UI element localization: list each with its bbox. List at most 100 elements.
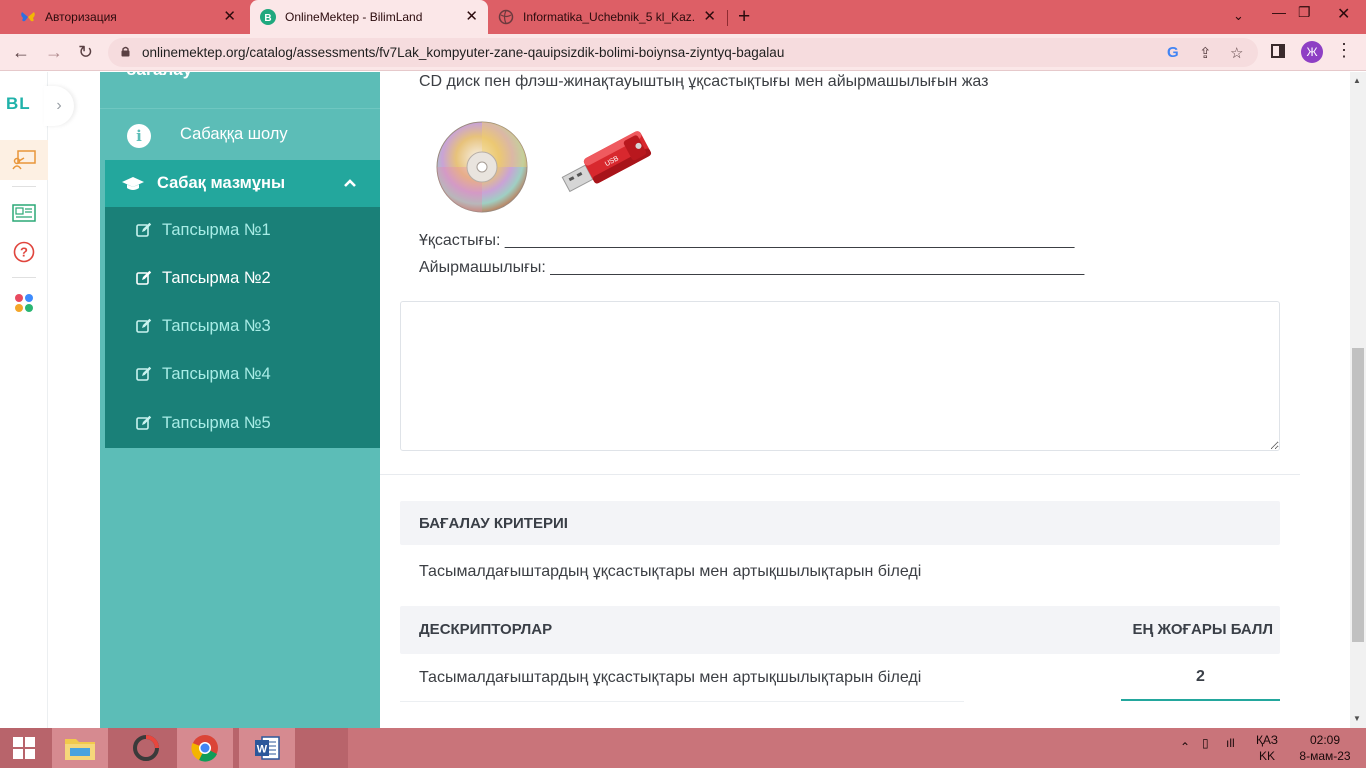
rail-divider: [12, 186, 36, 187]
sidebar-item-task-2[interactable]: Тапсырма №2: [105, 255, 380, 303]
task-label: Тапсырма №1: [162, 221, 271, 239]
restore-button[interactable]: ❐: [1298, 4, 1311, 21]
browser-toolbar: ← → ↻ onlinemektep.org/catalog/assessmen…: [0, 34, 1366, 71]
close-tab-icon[interactable]: ✕: [223, 9, 236, 25]
network-signal-icon[interactable]: ıll: [1226, 736, 1235, 750]
tab-search-chevron-icon[interactable]: ⌄: [1233, 8, 1244, 24]
scroll-down-arrow-icon[interactable]: ▼: [1353, 714, 1361, 723]
sidebar-item-task-1[interactable]: Тапсырма №1: [105, 207, 380, 255]
media-disc-icon: [133, 735, 159, 761]
taskbar-media-player[interactable]: [118, 728, 174, 768]
descriptor-text: Тасымалдағыштардың ұқсастықтары мен арты…: [419, 669, 922, 686]
reload-icon[interactable]: ↻: [78, 42, 93, 62]
page-viewport: BL ? › i Сабаққа шолу Сабақ мазмұны Тапс…: [0, 72, 1350, 728]
bilimland-logo[interactable]: BL: [6, 94, 31, 114]
windows-logo-icon: [13, 737, 35, 759]
task-list: Тапсырма №1 Тапсырма №2 Тапсырма №3 Тапс…: [105, 207, 380, 448]
rail-collapse-toggle[interactable]: ›: [44, 86, 74, 126]
newspaper-icon: [12, 204, 36, 222]
show-hidden-icons-chevron-icon[interactable]: ⌃: [1180, 740, 1190, 754]
task-label: Тапсырма №3: [162, 317, 271, 335]
task-main-panel: CD диск пен флэш-жинақтауыштың ұқсастықт…: [380, 72, 1300, 728]
tab-title: OnlineMektep - BilimLand: [285, 10, 423, 24]
butterfly-icon: [21, 12, 35, 22]
svg-text:?: ?: [20, 245, 28, 260]
side-panel-icon[interactable]: [1271, 44, 1285, 58]
close-window-button[interactable]: ✕: [1337, 4, 1350, 24]
max-score-column-header: ЕҢ ЖОҒАРЫ БАЛЛ: [1132, 621, 1273, 638]
minimize-button[interactable]: —: [1272, 4, 1286, 20]
taskbar-file-explorer[interactable]: [52, 728, 108, 768]
sidebar-item-task-4[interactable]: Тапсырма №4: [105, 351, 380, 399]
forward-icon[interactable]: →: [45, 42, 63, 62]
tab-title: Авторизация: [45, 10, 117, 24]
edit-icon: [136, 366, 152, 381]
sidebar-item-task-3[interactable]: Тапсырма №3: [105, 303, 380, 351]
task-label: Тапсырма №2: [162, 269, 271, 287]
chrome-icon: [191, 735, 218, 762]
tab-authorization[interactable]: Авторизация ✕: [10, 0, 246, 34]
section-divider: [380, 474, 1300, 475]
rail-item-help[interactable]: ?: [0, 232, 48, 272]
sidebar-title: бағалау: [126, 72, 192, 80]
taskbar-chrome[interactable]: [177, 728, 233, 768]
task-label: Тапсырма №5: [162, 414, 271, 432]
similarity-line: Ұқсастығы: _____________________________…: [419, 232, 1075, 249]
start-button[interactable]: [0, 728, 48, 768]
left-rail: BL ?: [0, 72, 48, 728]
close-tab-icon[interactable]: ✕: [465, 9, 478, 25]
tab-onlinemektep[interactable]: B OnlineMektep - BilimLand ✕: [250, 0, 488, 34]
clock-time: 02:09: [1309, 733, 1341, 747]
tab-separator: [727, 10, 728, 26]
profile-avatar[interactable]: Ж: [1301, 41, 1323, 63]
tab-informatika[interactable]: Informatika_Uchebnik_5 kl_Kaz.in ✕: [490, 0, 726, 34]
folder-icon: [65, 739, 95, 760]
windows-taskbar: W ⌃ ▯ ıll ҚАЗ KK 02:09 8-мам-23: [0, 728, 1366, 768]
scrollbar-thumb[interactable]: [1352, 348, 1364, 642]
question-text: CD диск пен флэш-жинақтауыштың ұқсастықт…: [419, 73, 989, 90]
edit-icon: [136, 222, 152, 237]
apps-dots-icon: [15, 294, 33, 312]
new-tab-button[interactable]: +: [738, 6, 750, 28]
sidebar-item-contents[interactable]: Сабақ мазмұны: [105, 160, 380, 207]
max-score-value: 2: [1196, 668, 1205, 685]
sidebar-item-label: Сабақ мазмұны: [157, 174, 286, 192]
keyboard-layout: KK: [1258, 749, 1275, 763]
svg-text:W: W: [257, 744, 268, 756]
lock-icon: [121, 46, 130, 57]
bookmark-star-icon[interactable]: ☆: [1230, 44, 1243, 62]
sidebar-item-overview[interactable]: i Сабаққа шолу: [100, 108, 380, 160]
rail-item-assessments[interactable]: [0, 140, 48, 180]
info-icon: i: [127, 124, 151, 148]
google-icon[interactable]: G: [1167, 44, 1179, 61]
system-clock[interactable]: 02:09 8-мам-23: [1294, 732, 1356, 764]
scroll-up-arrow-icon[interactable]: ▲: [1353, 76, 1361, 85]
rail-item-apps[interactable]: [0, 283, 48, 323]
criteria-header-label: БАҒАЛАУ КРИТЕРИІ: [419, 515, 568, 532]
share-icon[interactable]: ⇪: [1199, 44, 1212, 62]
tab-title: Informatika_Uchebnik_5 kl_Kaz.in: [523, 10, 695, 24]
rail-item-news[interactable]: [0, 193, 48, 233]
difference-line: Айырмашылығы: __________________________…: [419, 259, 1085, 276]
answer-textarea[interactable]: [400, 301, 1280, 451]
input-language-indicator[interactable]: ҚАЗ KK: [1252, 732, 1282, 764]
bilimland-icon: B: [260, 9, 276, 25]
chevron-up-icon[interactable]: [343, 178, 357, 188]
criteria-header: БАҒАЛАУ КРИТЕРИІ: [400, 501, 1280, 545]
browser-tab-strip: Авторизация ✕ B OnlineMektep - BilimLand…: [0, 0, 1366, 34]
close-tab-icon[interactable]: ✕: [703, 9, 716, 25]
menu-kebab-icon[interactable]: ⋮: [1335, 40, 1353, 61]
sidebar-item-label: Сабаққа шолу: [180, 125, 288, 143]
address-bar[interactable]: onlinemektep.org/catalog/assessments/fv7…: [108, 38, 1258, 67]
battery-icon[interactable]: ▯: [1202, 736, 1209, 750]
svg-text:B: B: [264, 13, 271, 24]
sidebar-item-task-5[interactable]: Тапсырма №5: [105, 400, 380, 448]
back-icon[interactable]: ←: [12, 42, 30, 62]
right-gutter: [1300, 72, 1350, 728]
descriptors-column-header: ДЕСКРИПТОРЛАР: [419, 621, 553, 638]
task-label: Тапсырма №4: [162, 365, 271, 383]
cd-disc-image: [436, 121, 528, 213]
edit-icon: [136, 415, 152, 430]
graduation-cap-icon: [122, 177, 144, 190]
taskbar-word[interactable]: W: [239, 728, 295, 768]
